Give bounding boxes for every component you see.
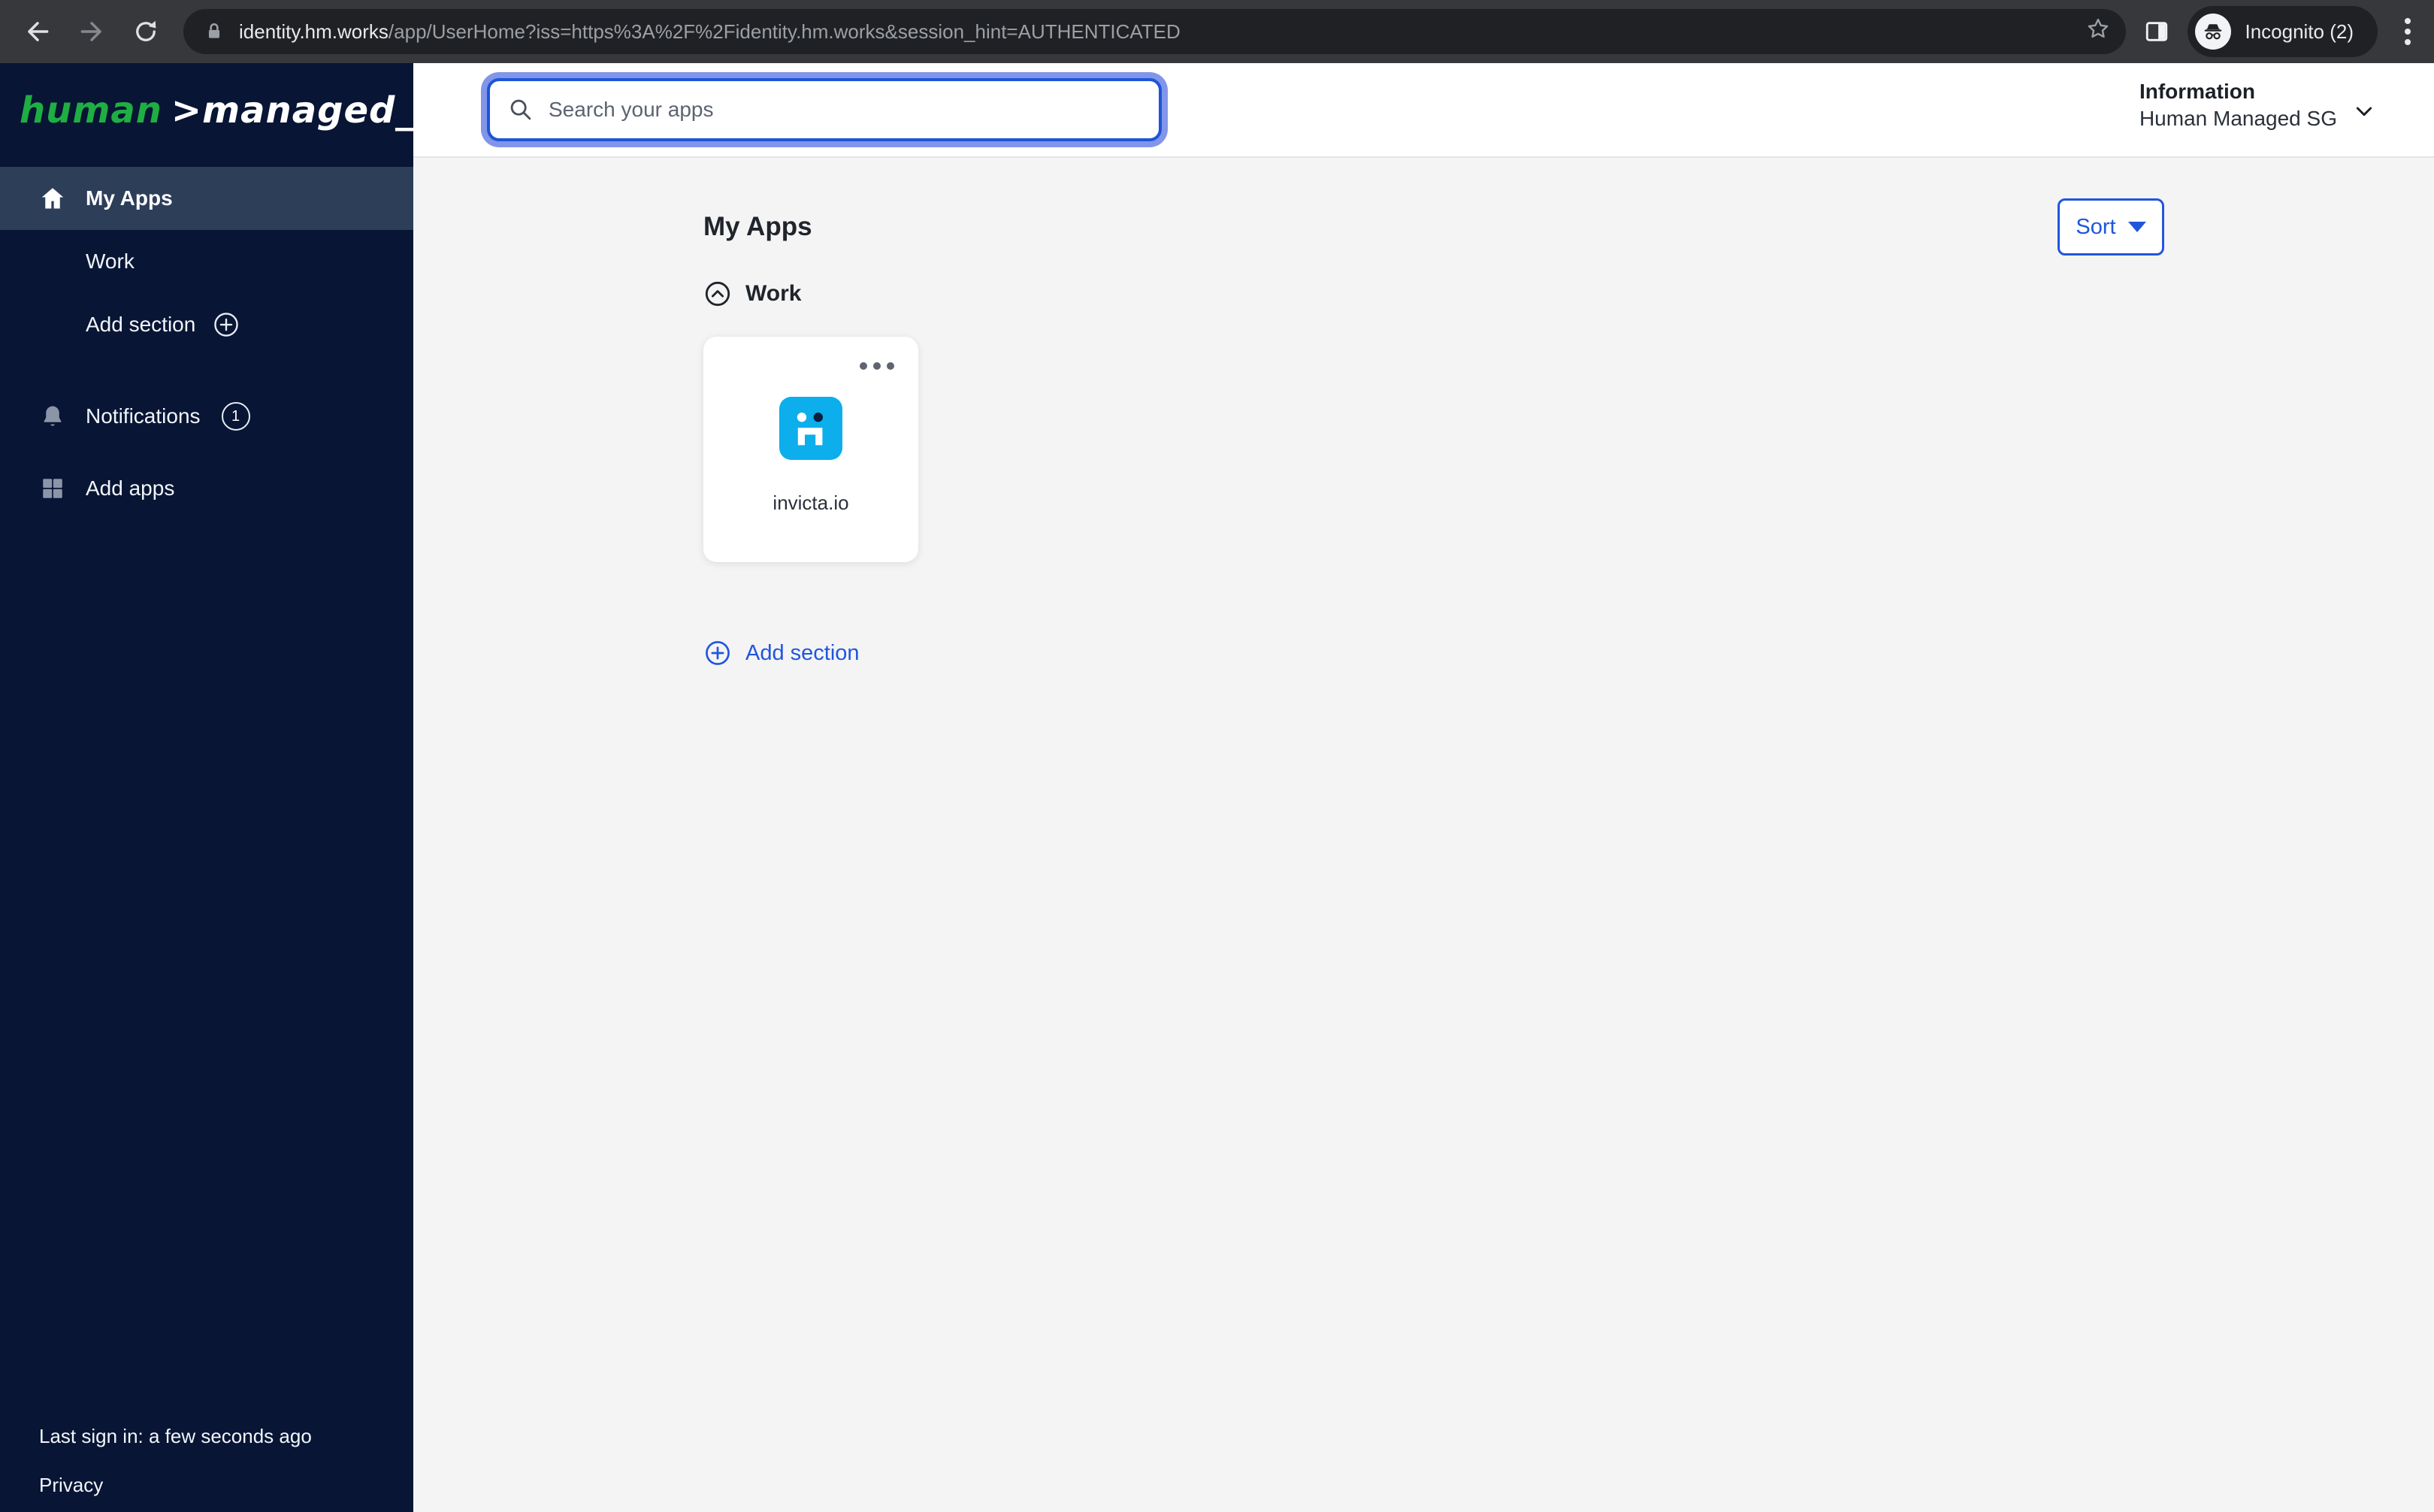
bookmark-star-button[interactable]	[2085, 16, 2111, 47]
org-selector[interactable]: Information Human Managed SG	[2139, 80, 2337, 131]
card-menu-button[interactable]	[855, 358, 899, 374]
section-name: Work	[745, 281, 802, 306]
back-icon	[28, 22, 49, 41]
url-path: /app/UserHome?iss=https%3A%2F%2Fidentity…	[388, 20, 1181, 43]
notification-count-badge: 1	[221, 402, 250, 431]
sidebar-footer: Last sign in: a few seconds ago Privacy	[0, 1425, 413, 1512]
main-area: Information Human Managed SG My Apps Sor…	[413, 63, 2434, 1512]
search-icon	[510, 99, 531, 120]
incognito-icon	[2205, 24, 2222, 40]
sidebar-item-label: Work	[86, 249, 135, 273]
sort-button[interactable]: Sort	[2058, 198, 2164, 256]
star-icon	[2088, 18, 2109, 38]
bell-icon	[39, 403, 66, 430]
home-icon	[39, 185, 66, 212]
add-section-label: Add section	[745, 640, 860, 665]
side-panel-icon	[2146, 22, 2168, 41]
address-bar[interactable]: identity.hm.works/app/UserHome?iss=https…	[183, 9, 2127, 54]
sidebar-item-add-section[interactable]: Add section	[0, 293, 413, 356]
url-domain: identity.hm.works	[239, 20, 389, 43]
logo-managed: >managed_	[171, 89, 415, 132]
add-section-link[interactable]: Add section	[703, 639, 860, 667]
sidebar-item-my-apps[interactable]: My Apps	[0, 167, 413, 230]
app-name: invicta.io	[773, 491, 849, 514]
reload-button[interactable]	[123, 9, 168, 54]
reload-icon	[136, 20, 156, 41]
search-input[interactable]	[549, 98, 1141, 122]
url-text: identity.hm.works/app/UserHome?iss=https…	[239, 20, 1181, 44]
sidebar-item-notifications[interactable]: Notifications 1	[0, 385, 413, 448]
side-panel-button[interactable]	[2144, 19, 2169, 44]
plus-circle-icon	[706, 641, 730, 665]
lock-icon	[208, 23, 220, 38]
browser-menu-button[interactable]	[2399, 12, 2417, 51]
page-header: Information Human Managed SG	[413, 63, 2434, 158]
collapse-circle-icon[interactable]	[703, 280, 732, 308]
forward-icon	[80, 22, 101, 41]
logo-human: human	[20, 89, 162, 132]
section-header-work[interactable]: Work	[703, 278, 2164, 310]
sidebar: human >managed_ My Apps Work Add section	[0, 63, 413, 1512]
invicta-app-icon	[779, 397, 842, 460]
sidebar-item-work[interactable]: Work	[0, 230, 413, 293]
sort-label: Sort	[2076, 214, 2116, 239]
sidebar-nav: My Apps Work Add section Notifications 1	[0, 167, 413, 520]
plus-circle-icon	[212, 310, 240, 339]
sidebar-item-label: Add section	[86, 313, 196, 336]
forward-button[interactable]	[69, 9, 114, 54]
grid-icon	[39, 476, 66, 501]
caret-down-icon	[2127, 222, 2146, 232]
app-logo: human >managed_	[0, 63, 413, 158]
incognito-label: Incognito (2)	[2245, 20, 2354, 43]
org-title: Information	[2139, 80, 2255, 103]
sidebar-item-label: My Apps	[86, 186, 173, 210]
sidebar-item-label: Add apps	[86, 476, 175, 500]
content-area: My Apps Sort Work invicta.io Add section	[413, 158, 2434, 1512]
org-name: Human Managed SG	[2139, 107, 2337, 130]
browser-toolbar: identity.hm.works/app/UserHome?iss=https…	[0, 0, 2434, 63]
sidebar-item-label: Notifications	[86, 404, 201, 428]
back-button[interactable]	[15, 9, 60, 54]
page-title: My Apps	[703, 212, 812, 241]
privacy-link[interactable]: Privacy	[39, 1474, 413, 1497]
chevron-down-icon[interactable]	[2352, 99, 2376, 123]
app-card[interactable]: invicta.io	[703, 337, 918, 562]
search-box	[487, 78, 1162, 141]
incognito-avatar	[2195, 14, 2232, 50]
incognito-badge: Incognito (2)	[2188, 6, 2378, 57]
last-sign-in-text: Last sign in: a few seconds ago	[39, 1425, 312, 1447]
sidebar-item-add-apps[interactable]: Add apps	[0, 457, 413, 520]
